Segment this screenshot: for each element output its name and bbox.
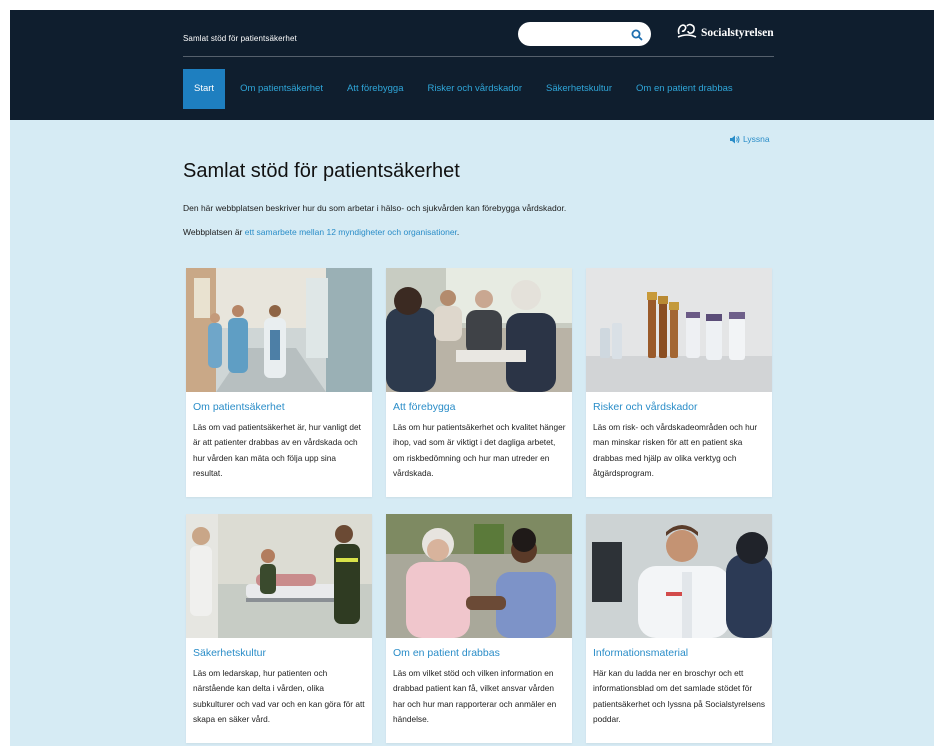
card-risker-och-vardskador[interactable]: Risker och vårdskador Läs om risk- och v… (586, 268, 772, 497)
card-title: Informationsmaterial (593, 647, 689, 659)
nav-item-att-forebygga[interactable]: Att förebygga (338, 69, 413, 109)
elderly-patient-nurse-photo (386, 514, 572, 638)
nav-item-start[interactable]: Start (183, 69, 226, 109)
main-nav: Start Om patientsäkerhet Att förebygga R… (183, 69, 748, 109)
card-title: Att förebygga (393, 401, 456, 413)
partners-text: Webbplatsen är ett samarbete mellan 12 m… (183, 227, 459, 237)
site-header: Samlat stöd för patientsäkerhet Socialst… (10, 10, 934, 120)
card-informationsmaterial[interactable]: Informationsmaterial Här kan du ladda ne… (586, 514, 772, 743)
card-description: Läs om vilket stöd och vilken informatio… (393, 668, 557, 724)
partners-suffix: . (456, 227, 460, 237)
logo-text: Socialstyrelsen (701, 27, 774, 39)
listen-label: Lyssna (743, 134, 770, 144)
card-om-en-patient-drabbas[interactable]: Om en patient drabbas Läs om vilket stöd… (386, 514, 572, 743)
page-frame: Samlat stöd för patientsäkerhet Socialst… (10, 10, 934, 746)
nav-item-om-en-patient-drabbas[interactable]: Om en patient drabbas (627, 69, 742, 109)
nav-item-sakerhetskultur[interactable]: Säkerhetskultur (537, 69, 621, 109)
card-description: Här kan du ladda ner en broschyr och ett… (593, 668, 766, 724)
nav-item-om-patientsakerhet[interactable]: Om patientsäkerhet (231, 69, 332, 109)
speaker-icon (730, 135, 740, 143)
nav-item-risker-och-vardskador[interactable]: Risker och vårdskador (418, 69, 531, 109)
card-title: Om patientsäkerhet (193, 401, 285, 413)
partners-prefix: Webbplatsen är (183, 227, 245, 237)
card-description: Läs om ledarskap, hur patienten och närs… (193, 668, 365, 724)
card-title: Säkerhetskultur (193, 647, 266, 659)
intro-text: Den här webbplatsen beskriver hur du som… (183, 203, 567, 213)
paramedics-stretcher-photo (186, 514, 372, 638)
listen-button[interactable]: Lyssna (730, 134, 770, 144)
socialstyrelsen-logo[interactable]: Socialstyrelsen (676, 23, 774, 43)
doctor-patient-photo (586, 514, 772, 638)
card-description: Läs om hur patientsäkerhet och kvalitet … (393, 422, 566, 478)
medicine-vials-photo (586, 268, 772, 392)
card-sakerhetskultur[interactable]: Säkerhetskultur Läs om ledarskap, hur pa… (186, 514, 372, 743)
page-title: Samlat stöd för patientsäkerhet (183, 160, 460, 182)
card-description: Läs om vad patientsäkerhet är, hur vanli… (193, 422, 361, 478)
header-divider (183, 56, 774, 57)
site-name-link[interactable]: Samlat stöd för patientsäkerhet (183, 34, 297, 43)
card-title: Om en patient drabbas (393, 647, 500, 659)
card-att-forebygga[interactable]: Att förebygga Läs om hur patientsäkerhet… (386, 268, 572, 497)
care-meeting-photo (386, 268, 572, 392)
partners-link[interactable]: ett samarbete mellan 12 myndigheter och … (245, 227, 457, 237)
card-title: Risker och vårdskador (593, 401, 698, 413)
hospital-corridor-staff-photo (186, 268, 372, 392)
card-description: Läs om risk- och vårdskadeområden och hu… (593, 422, 758, 478)
card-om-patientsakerhet[interactable]: Om patientsäkerhet Läs om vad patientsäk… (186, 268, 372, 497)
search-icon[interactable] (630, 28, 644, 42)
socialstyrelsen-logo-icon (676, 22, 698, 45)
